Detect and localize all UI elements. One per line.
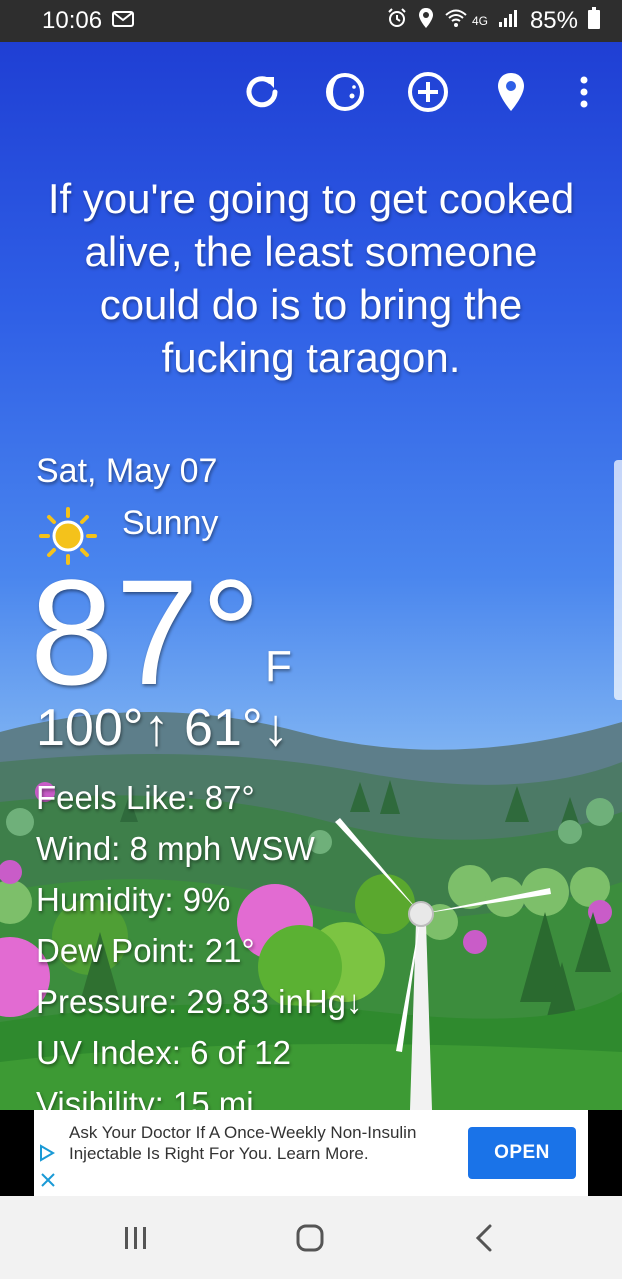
pressure: Pressure: 29.83 inHg↓ (36, 983, 363, 1020)
status-bar: 10:06 4G 85% (0, 0, 622, 42)
screen: 10:06 4G 85% If you're going to get cook… (0, 0, 622, 1279)
battery-percent: 85% (529, 7, 578, 34)
network-type: 4G (471, 14, 488, 28)
weather-screen: If you're going to get cooked alive, the… (0, 42, 622, 1110)
ad-text[interactable]: Ask Your Doctor If A Once-Weekly Non-Ins… (69, 1122, 429, 1164)
location-icon (418, 7, 434, 36)
wind: Wind: 8 mph WSW (36, 830, 315, 867)
more-options-icon[interactable] (562, 70, 606, 114)
alarm-icon (386, 7, 408, 36)
ad-open-button[interactable]: OPEN (468, 1127, 576, 1179)
ad-banner[interactable]: Ask Your Doctor If A Once-Weekly Non-Ins… (34, 1110, 588, 1196)
ad-choices-icon[interactable] (38, 1144, 56, 1162)
recent-apps-icon[interactable] (116, 1218, 156, 1258)
forecast-date: Sat, May 07 (36, 452, 218, 490)
high-low-temperature: 100°↑ 61°↓ (36, 699, 289, 757)
location-pin-icon[interactable] (489, 70, 533, 114)
feels-like: Feels Like: 87° (36, 779, 255, 816)
weather-condition: Sunny (122, 504, 219, 542)
signal-icon (498, 7, 520, 35)
moon-phase-icon[interactable] (323, 70, 367, 114)
status-time: 10:06 (42, 7, 103, 34)
home-icon[interactable] (290, 1218, 330, 1258)
back-icon[interactable] (464, 1218, 504, 1258)
humidity: Humidity: 9% (36, 881, 231, 918)
temperature-unit: F (265, 642, 292, 691)
weather-quote: If you're going to get cooked alive, the… (47, 175, 575, 381)
wifi-icon (444, 7, 468, 35)
uv-index: UV Index: 6 of 12 (36, 1034, 291, 1071)
refresh-icon[interactable] (240, 70, 284, 114)
navigation-bar (0, 1196, 622, 1279)
scroll-indicator[interactable] (614, 460, 622, 700)
battery-icon (588, 6, 600, 36)
ad-bar: Ask Your Doctor If A Once-Weekly Non-Ins… (0, 1110, 622, 1196)
mail-icon (112, 7, 135, 35)
dew-point: Dew Point: 21° (36, 932, 255, 969)
visibility: Visibility: 15 mi (36, 1085, 254, 1110)
close-icon[interactable] (38, 1170, 58, 1190)
toolbar (0, 70, 622, 114)
add-location-icon[interactable] (406, 70, 450, 114)
current-temperature: 87° (30, 548, 263, 716)
